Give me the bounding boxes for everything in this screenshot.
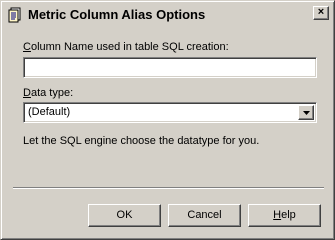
help-label-mnemonic: H (273, 209, 282, 221)
data-type-label-mnemonic: D (23, 87, 31, 99)
help-button[interactable]: Help (248, 204, 321, 227)
dialog-window: Metric Column Alias Options × Column Nam… (0, 0, 335, 240)
window-title: Metric Column Alias Options (28, 7, 206, 22)
chevron-down-icon (303, 111, 310, 115)
ok-button[interactable]: OK (88, 204, 161, 227)
column-name-label: Column Name used in table SQL creation: (23, 41, 229, 53)
column-name-label-rest: olumn Name used in table SQL creation: (30, 41, 229, 53)
document-icon (8, 7, 21, 23)
data-type-description: Let the SQL engine choose the datatype f… (23, 135, 260, 147)
dropdown-button[interactable] (298, 105, 314, 120)
column-name-input[interactable] (23, 57, 317, 78)
separator-line (13, 187, 324, 189)
close-button[interactable]: × (313, 6, 329, 20)
help-label-rest: elp (281, 209, 296, 221)
close-icon: × (317, 6, 325, 18)
data-type-select[interactable]: (Default) (23, 102, 317, 123)
data-type-label: Data type: (23, 87, 73, 99)
title-bar[interactable]: Metric Column Alias Options × (4, 4, 331, 26)
cancel-button[interactable]: Cancel (168, 204, 241, 227)
data-type-label-rest: ata type: (30, 87, 74, 99)
column-name-label-mnemonic: C (23, 41, 31, 53)
data-type-selected-value: (Default) (28, 106, 71, 118)
